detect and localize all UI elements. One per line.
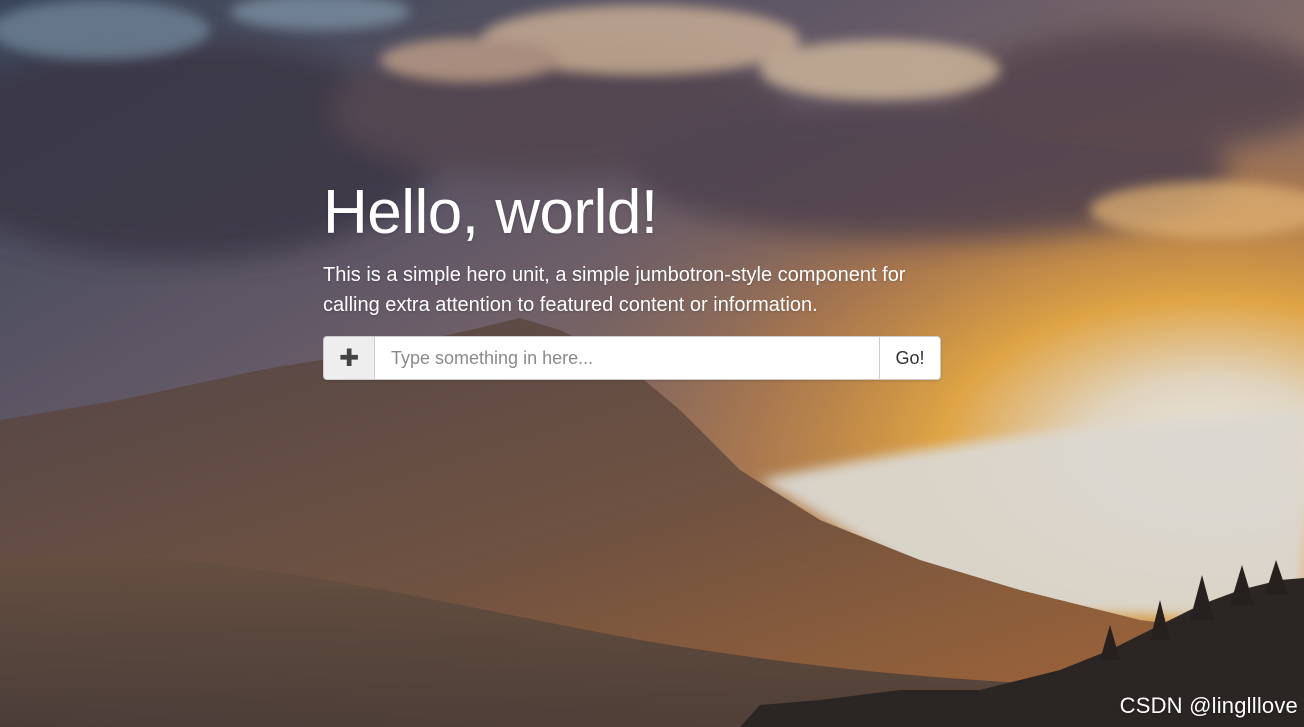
search-input[interactable]	[374, 336, 879, 380]
watermark-text: CSDN @linglllove	[1119, 693, 1298, 718]
search-input-group: ✚ Go!	[323, 336, 941, 380]
plus-icon[interactable]: ✚	[323, 336, 374, 380]
go-button[interactable]: Go!	[879, 336, 941, 380]
hero-lead-text: This is a simple hero unit, a simple jum…	[323, 264, 906, 316]
hero-jumbotron: Hello, world! This is a simple hero unit…	[323, 178, 963, 380]
hero-title: Hello, world!	[323, 178, 658, 247]
